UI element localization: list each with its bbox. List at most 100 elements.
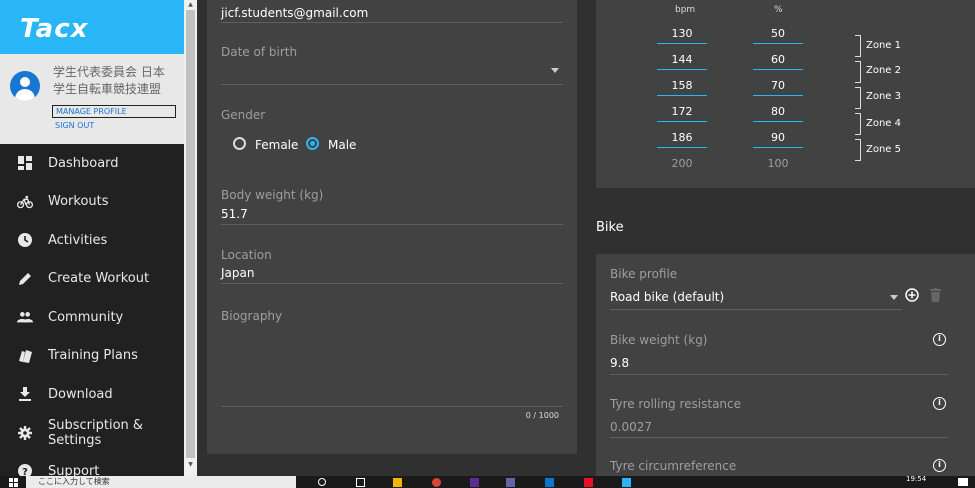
cards-icon [17,348,33,364]
profile-name-line1: 学生代表委員会 日本 [53,65,165,79]
acrobat-icon[interactable] [584,478,593,487]
chrome-icon[interactable] [432,478,441,487]
avatar[interactable] [10,71,40,101]
sidebar-item-label: Community [48,309,124,325]
zone-bracket [855,113,861,135]
zone-label: Zone 5 [866,144,901,155]
zone-percent-input[interactable]: 90 [753,131,803,144]
percent-column-header: % [774,5,783,15]
windows-start-icon[interactable] [9,478,18,487]
zone-bracket [855,139,861,161]
zone-bpm-input[interactable]: 186 [657,131,707,144]
notification-icon[interactable] [958,478,968,486]
max-bpm-value: 200 [671,157,693,170]
bike-section-title: Bike [596,220,624,235]
bike-profile-dropdown-icon[interactable] [890,295,898,300]
scroll-down-arrow-icon[interactable]: ▼ [187,462,194,468]
tyre-rolling-resistance-field[interactable]: 0.0027 [610,420,652,434]
location-label: Location [221,248,272,262]
app-root: Tacx 学生代表委員会 日本 学生自転車競技連盟 MANAGE PROFILE… [0,0,975,488]
taskbar-app-icon[interactable] [470,478,479,487]
zone-bracket [855,61,861,83]
bike-profile-underline [610,309,902,310]
tacx-logo[interactable]: Tacx [20,14,88,44]
dob-dropdown-icon[interactable] [551,68,559,73]
tyre-rolling-resistance-label: Tyre rolling resistance [610,397,742,411]
zone-bpm-input[interactable]: 172 [657,105,707,118]
profile-panel: 学生代表委員会 日本 学生自転車競技連盟 MANAGE PROFILE SIGN… [0,54,184,144]
sidebar-item-subscription-settings[interactable]: Subscription & Settings [0,414,184,453]
zone-label: Zone 4 [866,118,901,129]
email-field[interactable]: jicf.students@gmail.com [221,6,368,20]
sidebar-item-workouts[interactable]: Workouts [0,183,184,222]
location-field[interactable]: Japan [221,266,254,280]
delete-bike-icon[interactable] [930,288,941,302]
zone-label: Zone 1 [866,40,901,51]
gender-label: Gender [221,108,266,122]
pencil-icon [17,271,33,287]
profile-name: 学生代表委員会 日本 学生自転車競技連盟 [53,64,179,98]
bpm-column-header: bpm [675,5,696,15]
zone-percent-input[interactable]: 80 [753,105,803,118]
sidebar-item-community[interactable]: Community [0,298,184,337]
scroll-thumb[interactable] [186,10,195,458]
file-explorer-icon[interactable] [393,478,402,487]
sidebar-item-label: Download [48,386,113,402]
clock-time[interactable]: 19:54 [906,475,926,483]
bike-profile-label: Bike profile [610,267,678,281]
dob-label: Date of birth [221,45,298,59]
teams-icon[interactable] [506,478,515,487]
zone-percent-input[interactable]: 60 [753,53,803,66]
biography-label: Biography [221,309,283,323]
bike-weight-underline [610,374,948,375]
sidebar-item-create-workout[interactable]: Create Workout [0,260,184,299]
brand-header: Tacx [0,0,184,54]
sidebar-item-training-plans[interactable]: Training Plans [0,337,184,376]
dashboard-icon [17,155,33,171]
body-weight-field[interactable]: 51.7 [221,207,248,221]
zone-bpm-underline [657,69,707,70]
zone-bpm-input[interactable]: 158 [657,79,707,92]
tyre-rolling-resistance-info-icon[interactable]: i [933,397,946,410]
tyre-circumference-info-icon[interactable]: i [933,459,946,472]
sidebar: Tacx 学生代表委員会 日本 学生自転車競技連盟 MANAGE PROFILE… [0,0,184,479]
zone-bpm-underline [657,43,707,44]
bike-weight-info-icon[interactable]: i [933,333,946,346]
bike-weight-label: Bike weight (kg) [610,333,708,347]
zone-percent-underline [753,147,803,148]
manage-profile-link[interactable]: MANAGE PROFILE [52,105,176,118]
sidebar-item-download[interactable]: Download [0,375,184,414]
sidebar-item-label: Workouts [48,194,109,210]
bike-profile-select[interactable]: Road bike (default) [610,290,880,304]
gender-female-label[interactable]: Female [255,138,298,152]
zone-bpm-input[interactable]: 144 [657,53,707,66]
task-view-icon[interactable] [356,478,365,487]
sign-out-link[interactable]: SIGN OUT [55,121,94,130]
zone-label: Zone 3 [866,91,901,102]
cortana-icon[interactable] [318,478,326,486]
bike-weight-field[interactable]: 9.8 [610,356,629,370]
sidebar-scrollbar[interactable]: ▲ ▼ [184,0,197,476]
outlook-icon[interactable] [545,478,554,487]
taskbar-app-icon[interactable] [622,478,631,487]
sidebar-item-label: Activities [48,232,108,248]
bike-icon [17,194,33,210]
biography-underline [221,406,563,407]
sidebar-item-label: Training Plans [48,348,138,364]
sidebar-item-dashboard[interactable]: Dashboard [0,144,184,183]
zone-percent-underline [753,95,803,96]
dob-select[interactable] [221,64,541,78]
taskbar-search-box[interactable]: ここに入力して検索 [26,476,296,488]
gender-male-label[interactable]: Male [328,138,356,152]
zone-percent-input[interactable]: 70 [753,79,803,92]
zone-bpm-input[interactable]: 130 [657,27,707,40]
biography-textarea[interactable] [221,328,563,404]
gender-female-radio[interactable] [233,137,246,150]
sidebar-item-activities[interactable]: Activities [0,221,184,260]
gender-male-radio[interactable] [306,137,319,150]
sidebar-item-label: Create Workout [48,271,150,287]
add-bike-icon[interactable] [905,288,919,302]
scroll-up-arrow-icon[interactable]: ▲ [187,2,194,8]
gear-icon [17,425,33,441]
zone-percent-input[interactable]: 50 [753,27,803,40]
